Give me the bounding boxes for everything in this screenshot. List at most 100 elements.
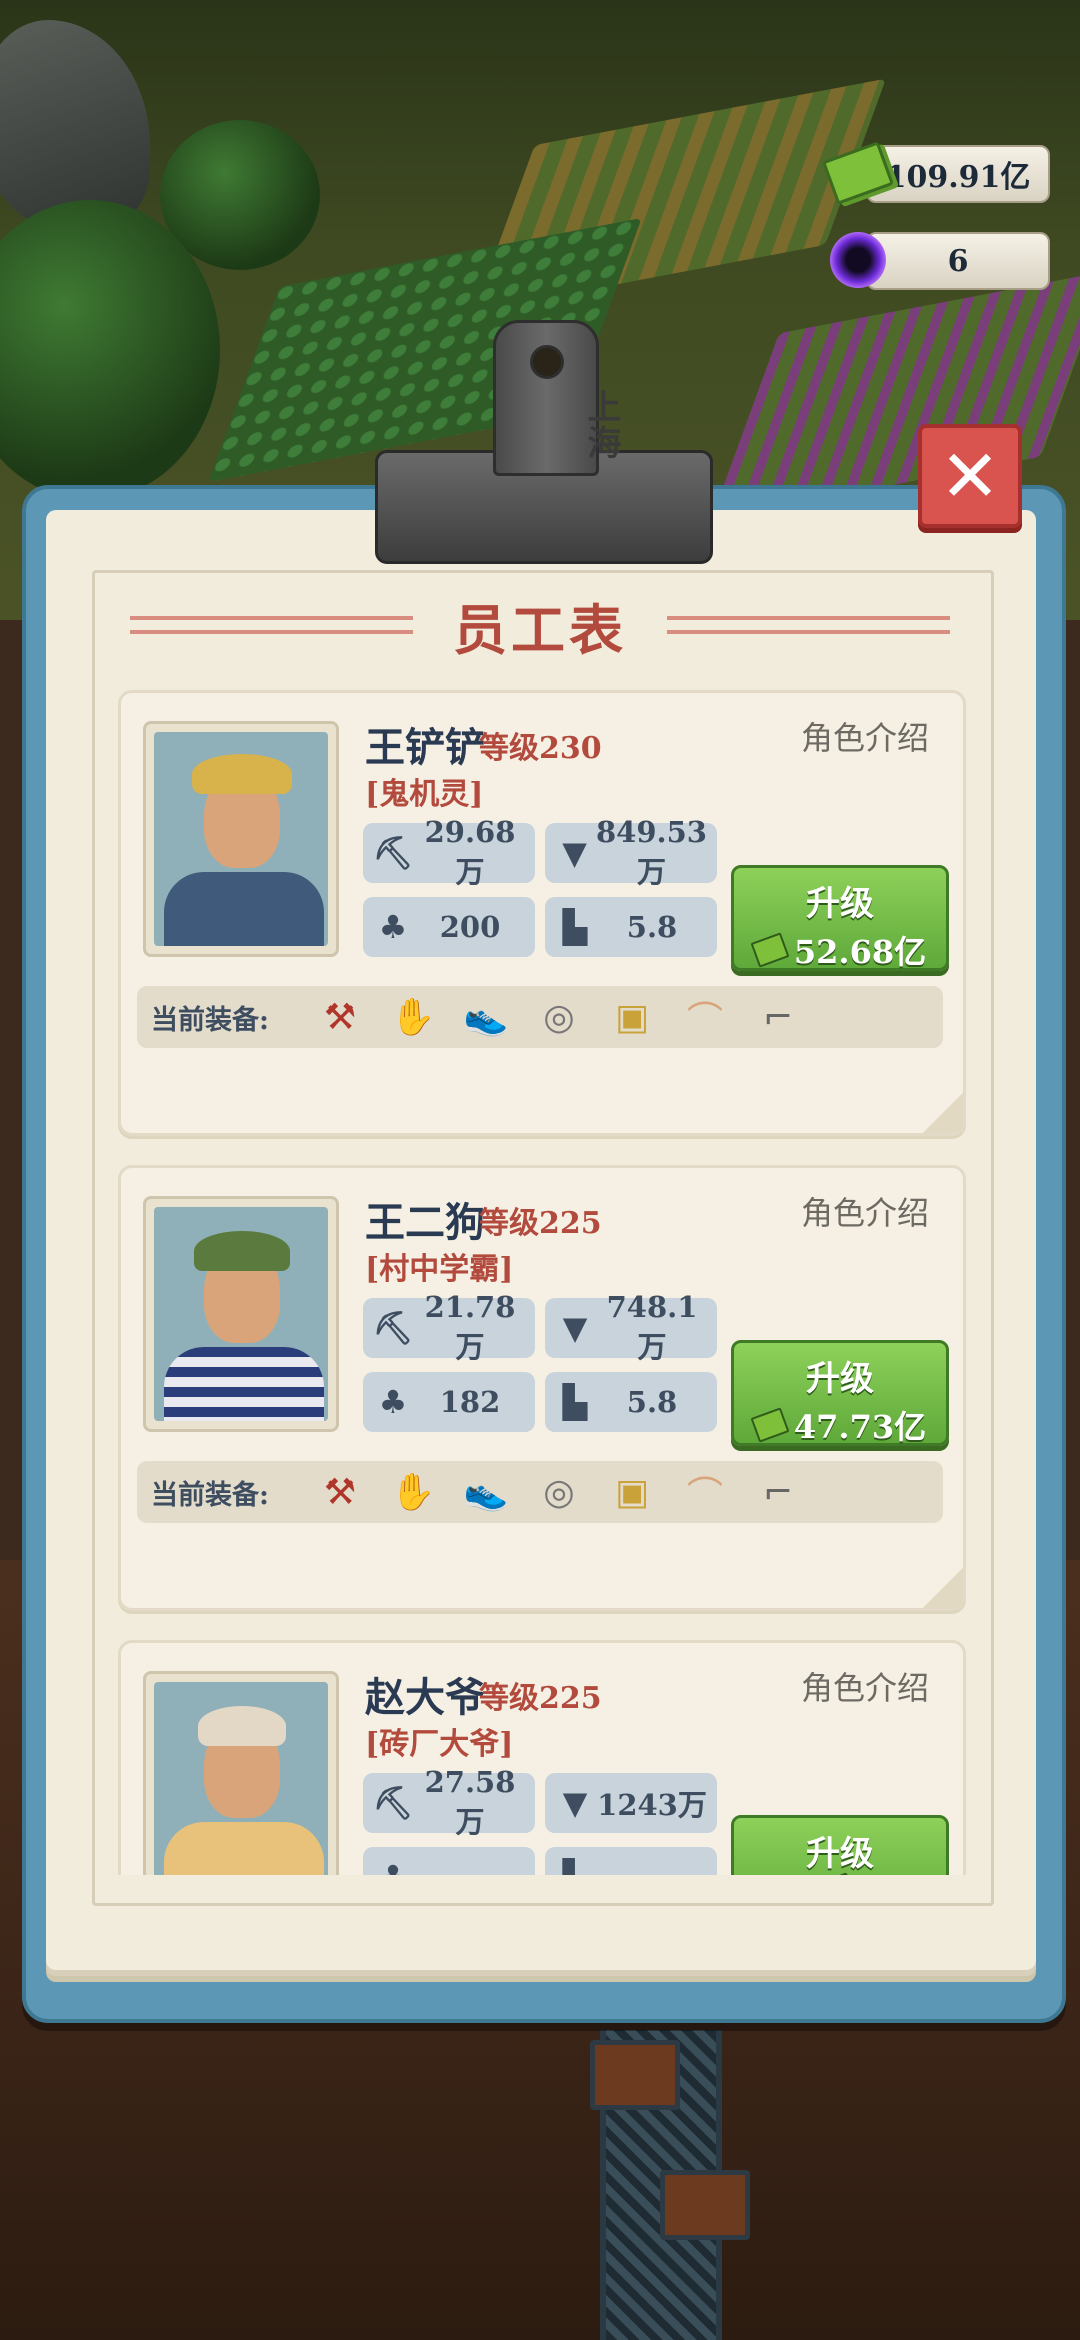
upgrade-button[interactable]: 升级 xyxy=(731,1815,949,1875)
boot-icon: ▙ xyxy=(553,1858,597,1875)
headlamp-icon[interactable]: ◎ xyxy=(530,1465,588,1519)
luck-stat: ♣ 200 xyxy=(363,897,535,957)
dark-orb-icon xyxy=(824,226,892,294)
title-divider-left xyxy=(130,616,413,634)
page-curl xyxy=(923,1093,963,1133)
clover-icon: ♣ xyxy=(378,908,408,946)
cash-counter[interactable]: 109.91亿 xyxy=(821,141,1050,205)
luck-stat: ♣ 182 xyxy=(363,1372,535,1432)
bucket-icon: ▼ xyxy=(562,834,587,872)
employee-title: [砖厂大爷] xyxy=(365,1727,514,1762)
speed-value: 5.8 xyxy=(626,910,678,944)
arm-guard-icon[interactable]: ⌒ xyxy=(676,1465,734,1519)
character-intro-link[interactable]: 角色介绍 xyxy=(801,1188,929,1234)
character-intro-link[interactable]: 角色介绍 xyxy=(801,1663,929,1709)
hammer-icon[interactable]: ⚒ xyxy=(311,990,369,1044)
dialog-title-row: 员工表 xyxy=(130,585,950,665)
pickaxe-icon: ⛏ xyxy=(372,1784,414,1822)
clip-engraving: 上海 xyxy=(581,389,621,461)
employee-title: [村中学霸] xyxy=(365,1252,514,1287)
title-divider-right xyxy=(667,616,950,634)
capacity-stat: ▼ 748.1万 xyxy=(545,1290,717,1364)
pickaxe-icon: ⛏ xyxy=(372,834,414,872)
equipment-bar: 当前装备: ⚒ ✋ 👟 ◎ ▣ ⌒ ⌐ xyxy=(137,986,943,1048)
cash-stack-icon xyxy=(821,139,895,207)
upgrade-cost: 47.73亿 xyxy=(734,1402,946,1448)
luck-stat: ♣ xyxy=(363,1847,535,1875)
speed-stat: ▙ 5.8 xyxy=(545,1372,717,1432)
leg-guard-icon[interactable]: ⌐ xyxy=(749,1465,807,1519)
pickaxe-icon: ⛏ xyxy=(372,1309,414,1347)
capacity-value: 748.1万 xyxy=(606,1290,698,1364)
cash-icon xyxy=(750,932,790,968)
employee-portrait xyxy=(143,1671,339,1875)
equipment-bar: 当前装备: ⚒ ✋ 👟 ◎ ▣ ⌒ ⌐ xyxy=(137,1461,943,1523)
equipment-label: 当前装备: xyxy=(151,1004,269,1036)
mining-value: 21.78万 xyxy=(424,1290,516,1364)
speed-value: 5.8 xyxy=(626,1385,678,1419)
clipboard-clip: 上海 xyxy=(375,320,713,564)
upgrade-label: 升级 xyxy=(806,1359,874,1399)
mining-value: 29.68万 xyxy=(424,815,516,889)
employee-title: [鬼机灵] xyxy=(365,777,484,812)
upgrade-cost-value: 47.73亿 xyxy=(793,1408,927,1446)
clip-handle: 上海 xyxy=(493,320,621,476)
orb-counter[interactable]: 6 xyxy=(830,232,1050,290)
headlamp-icon[interactable]: ◎ xyxy=(530,990,588,1044)
capacity-stat: ▼ 849.53万 xyxy=(545,815,717,889)
page-curl xyxy=(923,1568,963,1608)
close-button[interactable]: ✕ xyxy=(918,424,1022,528)
luck-value: 200 xyxy=(439,910,501,944)
arm-guard-icon[interactable]: ⌒ xyxy=(676,990,734,1044)
employee-name: 赵大爷 xyxy=(365,1674,485,1721)
mining-stat: ⛏ 21.78万 xyxy=(363,1290,535,1364)
cash-icon xyxy=(750,1407,790,1443)
lantern-box-icon[interactable]: ▣ xyxy=(603,1465,661,1519)
shoe-icon[interactable]: 👟 xyxy=(457,990,515,1044)
leg-guard-icon[interactable]: ⌐ xyxy=(749,990,807,1044)
glove-icon[interactable]: ✋ xyxy=(384,990,442,1044)
employee-name: 王二狗 xyxy=(365,1199,485,1246)
shoe-icon[interactable]: 👟 xyxy=(457,1465,515,1519)
employee-list[interactable]: 王铲铲 等级230 [鬼机灵] 角色介绍 ⛏ 29.68万 ▼ 849.53万 … xyxy=(112,690,972,1875)
employee-card: 王二狗 等级225 [村中学霸] 角色介绍 ⛏ 21.78万 ▼ 748.1万 … xyxy=(118,1165,966,1611)
upgrade-label: 升级 xyxy=(806,884,874,924)
hammer-icon[interactable]: ⚒ xyxy=(311,1465,369,1519)
glove-icon[interactable]: ✋ xyxy=(384,1465,442,1519)
upgrade-cost: 52.68亿 xyxy=(734,927,946,973)
mining-stat: ⛏ 27.58万 xyxy=(363,1765,535,1839)
capacity-stat: ▼ 1243万 xyxy=(545,1773,717,1833)
upgrade-button[interactable]: 升级 47.73亿 xyxy=(731,1340,949,1446)
speed-stat: ▙ 5.8 xyxy=(545,897,717,957)
employee-card: 王铲铲 等级230 [鬼机灵] 角色介绍 ⛏ 29.68万 ▼ 849.53万 … xyxy=(118,690,966,1136)
clover-icon: ♣ xyxy=(378,1383,408,1421)
dialog-title: 员工表 xyxy=(453,597,627,662)
orb-amount: 6 xyxy=(947,243,969,279)
character-intro-link[interactable]: 角色介绍 xyxy=(801,713,929,759)
clover-icon: ♣ xyxy=(371,1858,415,1875)
mining-stat: ⛏ 29.68万 xyxy=(363,815,535,889)
employee-level: 等级225 xyxy=(479,1206,602,1241)
upgrade-label: 升级 xyxy=(806,1834,874,1874)
employee-portrait xyxy=(143,1196,339,1432)
bucket-icon: ▼ xyxy=(562,1309,588,1347)
employee-name: 王铲铲 xyxy=(365,724,485,771)
equipment-label: 当前装备: xyxy=(151,1479,269,1511)
employee-level: 等级225 xyxy=(479,1681,602,1716)
lantern-box-icon[interactable]: ▣ xyxy=(603,990,661,1044)
employee-portrait xyxy=(143,721,339,957)
capacity-value: 1243万 xyxy=(597,1788,707,1822)
mine-cart xyxy=(660,2170,750,2240)
speed-stat: ▙ xyxy=(545,1847,717,1875)
luck-value: 182 xyxy=(439,1385,501,1419)
close-icon: ✕ xyxy=(939,434,1001,518)
boot-icon: ▙ xyxy=(562,908,588,946)
upgrade-cost-value: 52.68亿 xyxy=(793,933,927,971)
capacity-value: 849.53万 xyxy=(596,815,707,889)
boot-icon: ▙ xyxy=(562,1383,588,1421)
upgrade-button[interactable]: 升级 52.68亿 xyxy=(731,865,949,971)
bucket-icon: ▼ xyxy=(562,1784,588,1822)
cash-amount: 109.91亿 xyxy=(885,160,1031,195)
clip-hole xyxy=(530,345,564,379)
employee-card: 赵大爷 等级225 [砖厂大爷] 角色介绍 ⛏ 27.58万 ▼ 1243万 ♣… xyxy=(118,1640,966,1875)
